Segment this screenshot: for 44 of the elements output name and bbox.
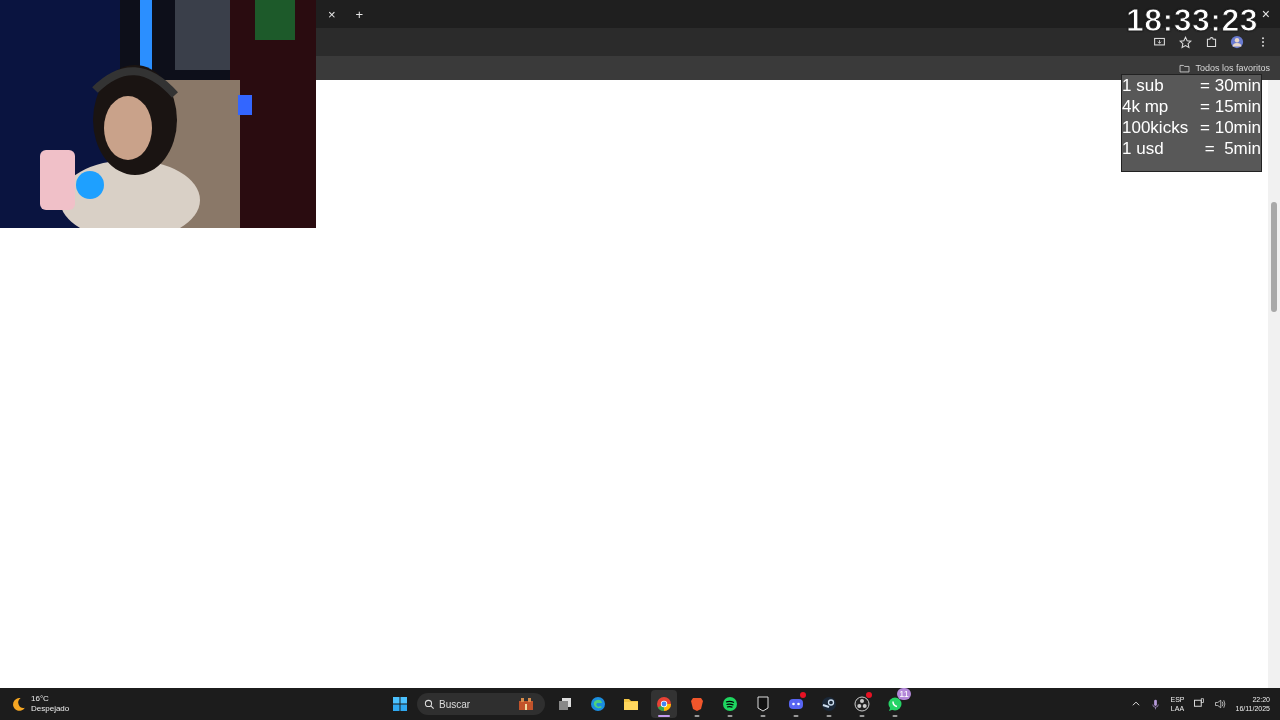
discord-icon	[788, 696, 804, 712]
weather-condition-text: Despejado	[31, 704, 70, 714]
search-field[interactable]: Buscar	[417, 693, 545, 715]
rate-item-text: 4k mp	[1122, 96, 1170, 117]
chrome-icon	[656, 696, 672, 712]
monitor-icon	[1152, 35, 1166, 49]
task-view-icon	[557, 696, 573, 712]
alert-dot	[800, 692, 806, 698]
start-button[interactable]	[390, 694, 410, 714]
chevron-up-icon	[1131, 699, 1142, 709]
rate-value-text: = 15min	[1199, 96, 1261, 117]
rate-value-text: = 10min	[1199, 117, 1261, 138]
folder-icon	[623, 696, 639, 712]
profile-button[interactable]	[1228, 33, 1246, 51]
speaker-icon	[1214, 698, 1227, 710]
new-tab-button[interactable]: +	[349, 4, 370, 24]
edge-icon	[590, 696, 606, 712]
avatar-icon	[1230, 35, 1244, 49]
tab-close-button[interactable]: ×	[322, 4, 342, 24]
spotify-icon	[722, 696, 738, 712]
whatsapp-icon	[887, 696, 903, 712]
window-close-button[interactable]: ×	[1255, 4, 1276, 24]
microphone-icon	[1150, 698, 1162, 710]
rate-item-text: 1 sub	[1122, 75, 1165, 96]
folder-icon	[1179, 62, 1191, 74]
temperature-text: 16°C	[31, 694, 50, 704]
notification-badge: 11	[897, 688, 911, 700]
rate-value-text: = 5min	[1203, 138, 1261, 159]
rate-value-text: = 30min	[1199, 75, 1261, 96]
taskbar-app-button[interactable]	[651, 690, 677, 718]
network-icon	[1193, 698, 1206, 710]
moon-icon	[10, 695, 27, 713]
rate-item-text: 1 usd	[1122, 138, 1165, 159]
alert-dot	[866, 692, 872, 698]
stream-timer-text: 18:33:23	[1125, 2, 1258, 39]
shield-icon	[755, 696, 771, 712]
star-icon	[1178, 35, 1192, 49]
search-icon	[424, 699, 435, 710]
rate-item-text: 100kicks	[1122, 117, 1189, 138]
bookmark-folder-link[interactable]: Todos los favoritos	[1179, 62, 1270, 74]
windows-icon	[392, 696, 408, 712]
scrollbar[interactable]	[1268, 80, 1280, 688]
steam-icon	[821, 696, 837, 712]
puzzle-icon	[1204, 35, 1218, 49]
